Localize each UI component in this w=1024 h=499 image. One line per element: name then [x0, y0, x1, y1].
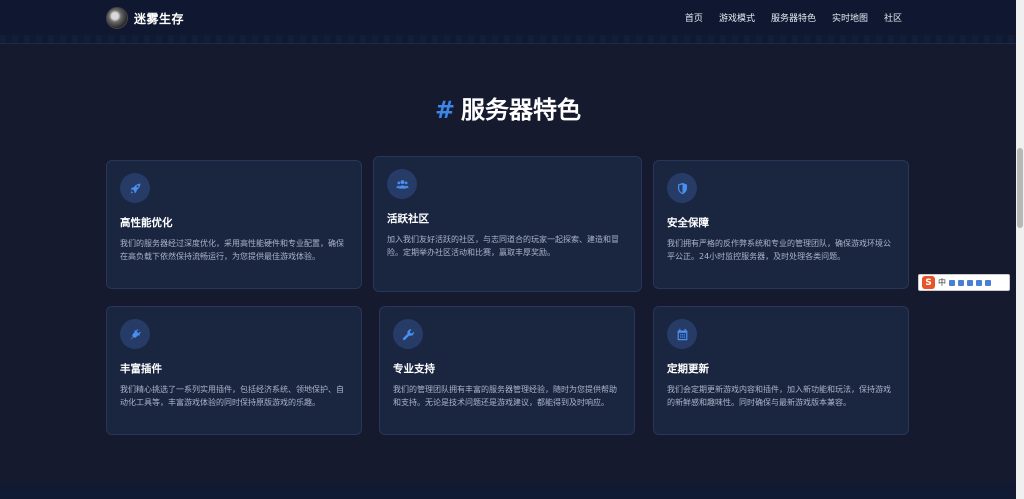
section-title-text: 服务器特色 [461, 96, 582, 124]
card-description: 我们拥有严格的反作弊系统和专业的管理团队，确保游戏环境公平公正。24小时监控服务… [667, 239, 891, 261]
feature-card-plugins: 丰富插件 我们精心挑选了一系列实用插件，包括经济系统、领地保护、自动化工具等，丰… [106, 306, 362, 435]
card-title: 丰富插件 [120, 363, 162, 375]
calendar-icon [667, 319, 697, 349]
brand-link[interactable]: 迷雾生存 [106, 7, 184, 29]
plug-icon [120, 319, 150, 349]
nav-game-modes[interactable]: 游戏模式 [719, 11, 755, 24]
card-title: 定期更新 [667, 363, 709, 375]
nav-live-map[interactable]: 实时地图 [832, 11, 868, 24]
feature-card-performance: 高性能优化 我们的服务器经过深度优化，采用高性能硬件和专业配置，确保在高负载下依… [106, 160, 362, 289]
card-title: 高性能优化 [120, 217, 173, 229]
feature-card-community: 活跃社区 加入我们友好活跃的社区，与志同道合的玩家一起探索、建造和冒险。定期举办… [373, 156, 642, 292]
scrollbar-thumb[interactable] [1017, 148, 1023, 228]
card-description: 我们精心挑选了一系列实用插件，包括经济系统、领地保护、自动化工具等，丰富游戏体验… [120, 385, 344, 407]
nav-server-features[interactable]: 服务器特色 [771, 11, 816, 24]
feature-card-updates: 定期更新 我们会定期更新游戏内容和插件，加入新功能和玩法，保持游戏的新鲜感和趣味… [653, 306, 909, 435]
ime-keyboard-icon[interactable] [967, 279, 973, 286]
shield-icon [667, 173, 697, 203]
main-nav: 首页 游戏模式 服务器特色 实时地图 社区 [685, 11, 902, 24]
card-description: 加入我们友好活跃的社区，与志同道合的玩家一起探索、建造和冒险。定期举办社区活动和… [387, 235, 619, 257]
rocket-icon [120, 173, 150, 203]
feature-card-security: 安全保障 我们拥有严格的反作弊系统和专业的管理团队，确保游戏环境公平公正。24小… [653, 160, 909, 289]
ime-logo-icon[interactable]: S [922, 276, 935, 289]
ime-skin-icon[interactable] [976, 279, 982, 286]
hash-mark: # [434, 96, 456, 124]
feature-card-support: 专业支持 我们的管理团队拥有丰富的服务器管理经验，随时为您提供帮助和支持。无论是… [379, 306, 635, 435]
card-title: 专业支持 [393, 363, 435, 375]
ime-punct-icon[interactable] [949, 279, 955, 286]
users-icon [387, 169, 417, 199]
ime-toolbar[interactable]: S 中 [918, 274, 1010, 291]
ime-lang-toggle[interactable]: 中 [938, 277, 946, 288]
card-description: 我们会定期更新游戏内容和插件，加入新功能和玩法，保持游戏的新鲜感和趣味性。同时确… [667, 385, 891, 407]
brand-name: 迷雾生存 [134, 11, 185, 26]
card-description: 我们的服务器经过深度优化，采用高性能硬件和专业配置，确保在高负载下依然保持流畅运… [120, 239, 344, 261]
nav-community[interactable]: 社区 [884, 11, 902, 24]
card-description: 我们的管理团队拥有丰富的服务器管理经验，随时为您提供帮助和支持。无论是技术问题还… [393, 385, 617, 407]
wrench-icon [393, 319, 423, 349]
ime-mic-icon[interactable] [958, 279, 964, 286]
card-title: 安全保障 [667, 217, 709, 229]
ime-menu-icon[interactable] [985, 279, 991, 286]
section-title: # 服务器特色 [0, 90, 1016, 125]
page-scrollbar[interactable] [1016, 0, 1024, 499]
card-title: 活跃社区 [387, 213, 429, 225]
top-navbar: 迷雾生存 首页 游戏模式 服务器特色 实时地图 社区 [0, 0, 1016, 44]
logo-icon [106, 7, 128, 29]
nav-home[interactable]: 首页 [685, 11, 703, 24]
footer-strip [0, 482, 1016, 499]
